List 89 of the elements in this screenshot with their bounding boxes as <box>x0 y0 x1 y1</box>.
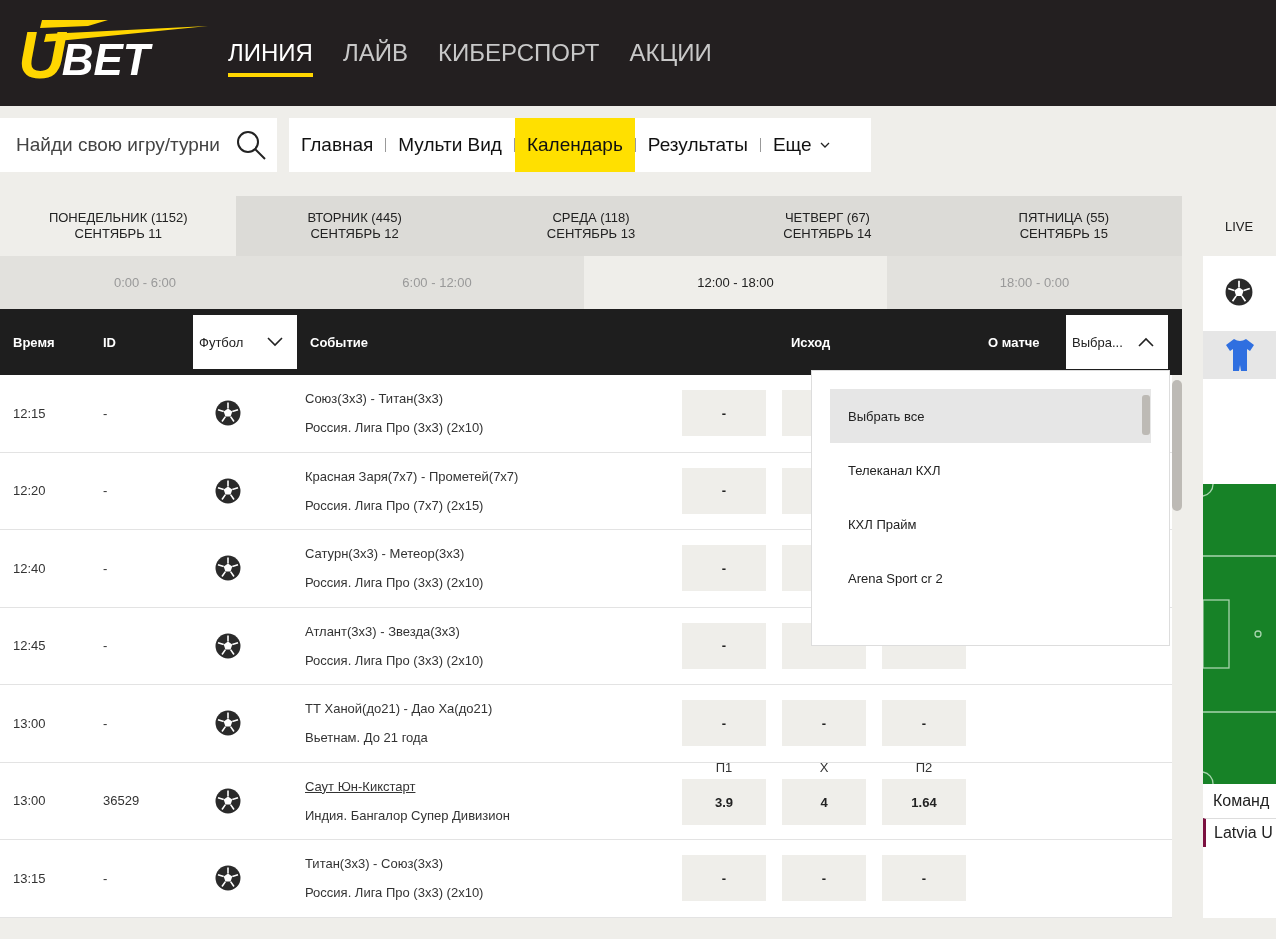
nav-link[interactable]: АКЦИИ <box>629 39 712 77</box>
odds-label: П1 <box>715 760 733 776</box>
time-cell-text: 12:40 <box>13 560 47 576</box>
league-text: Россия. Лига Про (3х3) (2х10) <box>305 420 485 436</box>
time-cell-text: 12:45 <box>13 638 47 654</box>
time-tab[interactable]: 12:00 - 18:00 <box>584 256 887 309</box>
soccer-ball-icon <box>215 787 241 814</box>
soccer-ball-icon <box>1225 278 1253 306</box>
soccer-ball-icon <box>215 400 241 427</box>
day-tab[interactable]: ЧЕТВЕРГ (67) СЕНТЯБРЬ 14 <box>709 196 946 256</box>
league-text: Россия. Лига Про (3х3) (2х10) <box>305 575 485 591</box>
id-cell-text: 36529 <box>103 793 141 809</box>
event-link[interactable]: Сатурн(3х3) - Метеор(3х3) <box>305 546 465 562</box>
day-tab[interactable]: ПЯТНИЦА (55) СЕНТЯБРЬ 15 <box>945 196 1183 256</box>
nav-link[interactable]: ЛИНИЯ <box>228 39 313 77</box>
odds-label: П2 <box>915 760 933 776</box>
column-header: О матче <box>988 334 1041 350</box>
menu-item[interactable]: Мульти Вид <box>386 118 514 172</box>
event-link[interactable]: ТТ Ханой(до21) - Дао Ха(до21) <box>305 701 493 717</box>
scrollbar-thumb[interactable] <box>1142 395 1150 435</box>
time-cell-text: 13:15 <box>13 870 47 886</box>
nav-link[interactable]: ЛАЙВ <box>342 39 408 77</box>
odds-button[interactable]: - <box>682 855 766 902</box>
soccer-ball-icon <box>215 710 241 737</box>
team-row[interactable]: Latvia U <box>1203 818 1276 847</box>
column-header: Исход <box>791 334 832 350</box>
teams-header: Команд <box>1212 791 1271 811</box>
search-icon <box>235 129 267 161</box>
event-link[interactable]: Саут Юн-Кикстарт <box>305 778 416 794</box>
odds-button[interactable]: - <box>682 467 766 514</box>
day-tab[interactable]: ВТОРНИК (445) СЕНТЯБРЬ 12 <box>236 196 473 256</box>
id-cell-text: - <box>103 870 109 886</box>
league-text: Вьетнам. До 21 года <box>305 730 429 746</box>
chevron-icon <box>267 337 283 347</box>
odds-button[interactable]: - <box>782 700 866 747</box>
column-header: ID <box>103 334 117 350</box>
dropdown-item[interactable]: Телеканал КХЛ <box>830 443 1151 497</box>
menu-item[interactable]: Календарь <box>514 118 635 172</box>
league-text: Россия. Лига Про (7х7) (2х15) <box>305 497 485 513</box>
event-link[interactable]: Титан(3х3) - Союз(3х3) <box>305 856 443 872</box>
live-title: LIVE <box>1224 217 1255 236</box>
league-text: Индия. Бангалор Супер Дивизион <box>305 807 511 823</box>
odds-button[interactable]: 1.64 <box>882 779 966 826</box>
time-cell-text: 12:15 <box>13 405 47 421</box>
time-cell-text: 13:00 <box>13 715 47 731</box>
soccer-ball-icon <box>215 632 241 659</box>
broadcast-select[interactable]: Выбра... <box>1066 315 1168 369</box>
shirt-icon <box>1225 338 1255 372</box>
menu-item[interactable]: Результаты <box>635 118 760 172</box>
menu-item[interactable]: Главная <box>289 118 386 172</box>
menu-item[interactable]: Еще <box>760 118 842 172</box>
event-link[interactable]: Союз(3х3) - Титан(3х3) <box>305 391 443 407</box>
event-link[interactable]: Красная Заря(7х7) - Прометей(7х7) <box>305 468 519 484</box>
league-text: Россия. Лига Про (3х3) (2х10) <box>305 652 485 668</box>
odds-button[interactable]: 4 <box>782 779 866 826</box>
day-tab[interactable]: ПОНЕДЕЛЬНИК (1152) СЕНТЯБРЬ 11 <box>0 196 237 256</box>
soccer-ball-icon <box>215 865 241 892</box>
league-text: Россия. Лига Про (3х3) (2х10) <box>305 885 485 901</box>
id-cell-text: - <box>103 405 109 421</box>
odds-button[interactable]: - <box>682 622 766 669</box>
column-header: Событие <box>310 334 370 350</box>
day-tab[interactable]: СРЕДА (118) СЕНТЯБРЬ 13 <box>472 196 710 256</box>
id-cell-text: - <box>103 483 109 499</box>
odds-label: Х <box>819 760 829 776</box>
search-field[interactable]: Найди свою игру/турни <box>0 118 277 172</box>
nav-link[interactable]: КИБЕРСПОРТ <box>437 39 600 77</box>
dropdown-item[interactable]: КХЛ Прайм <box>830 497 1151 551</box>
chevron-icon <box>1138 337 1154 347</box>
odds-button[interactable]: - <box>882 700 966 747</box>
dropdown-item[interactable]: Arena Sport cr 2 <box>830 551 1151 605</box>
id-cell-text: - <box>103 560 109 576</box>
scrollbar-thumb[interactable] <box>1172 380 1182 511</box>
sport-select[interactable]: Футбол <box>193 315 297 369</box>
time-cell-text: 13:00 <box>13 793 47 809</box>
odds-button[interactable]: - <box>782 855 866 902</box>
soccer-ball-icon <box>215 477 241 504</box>
odds-button[interactable]: - <box>682 390 766 437</box>
id-cell-text: - <box>103 638 109 654</box>
odds-button[interactable]: - <box>682 545 766 592</box>
odds-button[interactable]: 3.9 <box>682 779 766 826</box>
chevron-icon <box>819 142 830 148</box>
odds-button[interactable]: - <box>682 700 766 747</box>
id-cell-text: - <box>103 715 109 731</box>
event-link[interactable]: Атлант(3х3) - Звезда(3х3) <box>305 623 460 639</box>
odds-button[interactable]: - <box>882 855 966 902</box>
soccer-ball-icon <box>215 555 241 582</box>
dropdown-item[interactable]: Выбрать все <box>830 389 1151 443</box>
time-cell-text: 12:20 <box>13 483 47 499</box>
column-header: Время <box>13 334 56 350</box>
